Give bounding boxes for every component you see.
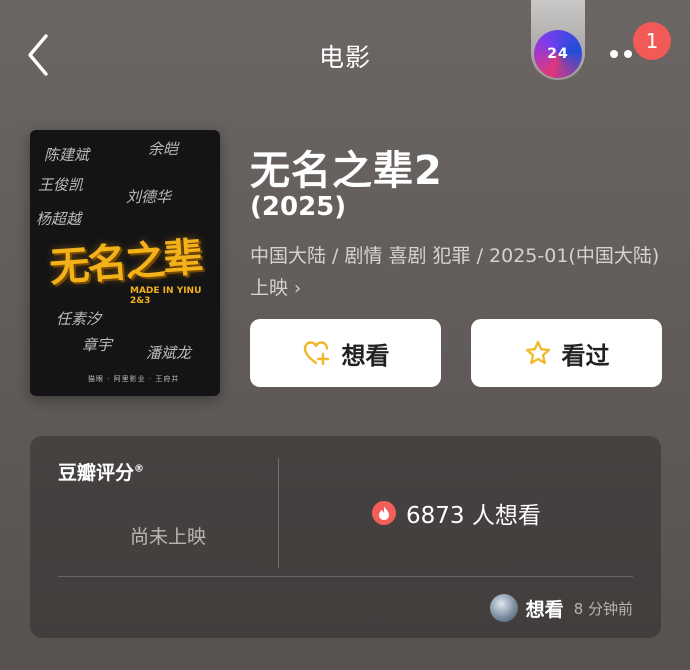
chevron-right-icon: › [294, 278, 302, 299]
poster-signature: 余皑 [148, 140, 179, 158]
user-avatar-tab[interactable]: 24 [531, 0, 585, 80]
friend-activity[interactable]: 想看 8 分钟前 [489, 594, 633, 622]
poster-signature: 陈建斌 [44, 146, 90, 164]
star-icon [525, 340, 550, 365]
notification-badge: 1 [633, 22, 671, 60]
poster-signature: 章宇 [82, 336, 113, 354]
heart-plus-icon [303, 341, 329, 366]
more-dots-icon [610, 50, 618, 58]
poster-signature: 杨超越 [36, 210, 82, 228]
poster-signature: 刘德华 [126, 188, 172, 206]
want-count-text: 6873 人想看 [406, 503, 541, 529]
movie-year: (2025) [250, 192, 347, 222]
movie-meta: 中国大陆 / 剧情 喜剧 犯罪 / 2025-01(中国大陆)上映 [250, 245, 660, 299]
fire-icon [372, 501, 396, 525]
douban-rating-label: 豆瓣评分® [58, 458, 144, 485]
poster-title-art: 无名之辈 [47, 233, 203, 292]
registered-mark: ® [134, 463, 145, 475]
friend-avatar [489, 594, 518, 622]
rating-label-text: 豆瓣评分 [58, 462, 135, 484]
activity-label: 想看 [525, 598, 564, 621]
movie-title: 无名之辈2 [250, 148, 443, 194]
activity-time: 8 分钟前 [573, 599, 633, 618]
page-title: 电影 [318, 43, 371, 72]
watched-label: 看过 [561, 341, 610, 370]
poster-subtitle: MADE IN YINU 2&3 [130, 286, 202, 306]
movie-poster[interactable]: 陈建斌 余皑 王俊凯 任素汐 章宇 潘斌龙 刘德华 杨超越 无名之辈 MADE … [30, 130, 220, 396]
rating-status: 尚未上映 [129, 526, 206, 548]
vertical-divider [278, 458, 279, 568]
watched-button[interactable]: 看过 [471, 319, 662, 387]
poster-signature: 王俊凯 [38, 176, 84, 194]
want-to-watch-label: 想看 [341, 341, 390, 370]
poster-signature: 任素汐 [56, 310, 102, 328]
want-count[interactable]: 6873 人想看 [372, 496, 541, 530]
avatar: 24 [534, 30, 582, 78]
poster-credits: 猫眼 · 阿里影业 · 王府井 [88, 375, 180, 383]
avatar-text: 24 [547, 46, 569, 62]
want-to-watch-button[interactable]: 想看 [250, 319, 441, 387]
rating-card: 豆瓣评分® 尚未上映 6873 人想看 想看 8 分钟前 [30, 436, 661, 638]
more-dot [624, 50, 632, 58]
horizontal-divider [58, 576, 633, 577]
movie-meta-link[interactable]: 中国大陆 / 剧情 喜剧 犯罪 / 2025-01(中国大陆)上映 › [250, 240, 660, 305]
poster-signature: 潘斌龙 [146, 344, 192, 362]
